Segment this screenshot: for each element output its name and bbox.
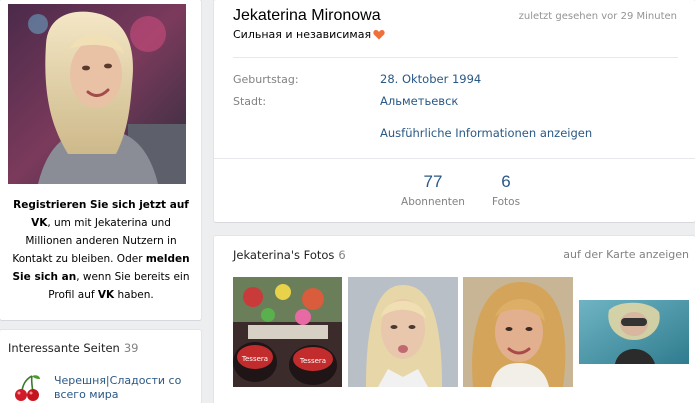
followers-count: 77	[423, 172, 443, 191]
interesting-pages-title: Interessante Seiten	[8, 341, 120, 355]
birthday-label: Geburtstag:	[233, 73, 299, 86]
photos-counter[interactable]: 6 Fotos	[478, 172, 534, 208]
photos-count: 6	[501, 172, 511, 191]
interesting-pages-count: 39	[123, 341, 139, 355]
vk-brand: VK	[97, 289, 115, 301]
interesting-page-link[interactable]: Черешня|Сладости со всего мира	[54, 374, 194, 402]
interesting-pages-header[interactable]: Interessante Seiten 39	[8, 341, 138, 355]
profile-name: Jekaterina Mironowa	[233, 7, 381, 24]
photos-label: Fotos	[491, 196, 521, 208]
more-info-link[interactable]: Ausführliche Informationen anzeigen	[380, 126, 592, 140]
profile-avatar[interactable]	[8, 4, 186, 184]
followers-label: Abonnenten	[401, 196, 465, 208]
photo-thumbnail[interactable]: Tessera Tessera	[233, 277, 342, 387]
city-value[interactable]: Альметьевск	[380, 94, 458, 108]
photos-title: Jekaterina's Fotos	[233, 248, 335, 262]
profile-divider	[233, 57, 678, 58]
profile-status: Сильная и независимая	[233, 28, 385, 41]
cherry-icon[interactable]	[12, 373, 42, 403]
birthday-value[interactable]: 28. Oktober 1994	[380, 72, 481, 86]
registration-prompt: Registrieren Sie sich jetzt auf VK, um m…	[8, 196, 194, 304]
photos-header-count: 6	[338, 248, 346, 262]
photo-thumbnail[interactable]	[348, 277, 458, 387]
followers-counter[interactable]: 77 Abonnenten	[396, 172, 470, 208]
registration-text-3: haben.	[114, 289, 154, 301]
photo-thumbnail[interactable]	[463, 277, 573, 387]
tessera-label: Tessera	[241, 355, 268, 363]
counters-divider	[214, 158, 695, 159]
show-on-map-link[interactable]: auf der Karte anzeigen	[563, 248, 689, 261]
photos-header[interactable]: Jekaterina's Fotos 6	[233, 248, 346, 262]
city-label: Stadt:	[233, 95, 267, 108]
heart-icon	[373, 30, 385, 40]
profile-status-text: Сильная и независимая	[233, 28, 372, 41]
tessera-label: Tessera	[299, 357, 326, 365]
last-seen-status: zuletzt gesehen vor 29 Minuten	[518, 11, 677, 22]
photo-thumbnail[interactable]	[579, 300, 689, 364]
